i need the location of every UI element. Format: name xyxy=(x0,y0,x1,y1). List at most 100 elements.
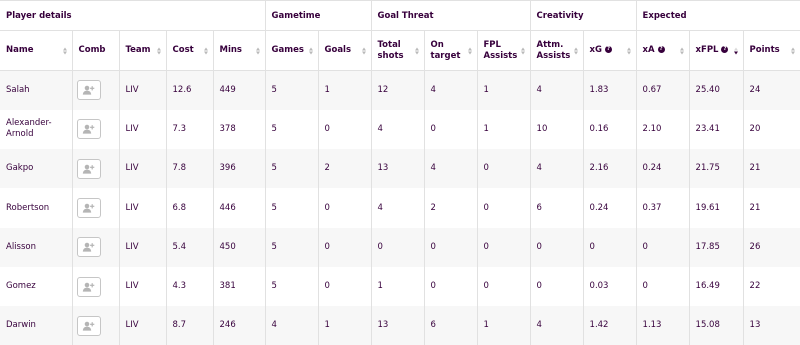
column-label: xA xyxy=(642,45,655,55)
add-player-icon xyxy=(82,164,95,174)
points: 21 xyxy=(742,149,800,189)
sort-icon[interactable] xyxy=(62,47,68,54)
column-label: Mins xyxy=(219,45,242,55)
column-header-team[interactable]: Team xyxy=(118,30,166,71)
column-header-attm-assists[interactable]: Attm. Assists xyxy=(529,30,584,71)
sort-icon[interactable] xyxy=(308,47,314,54)
column-header-fpl-assists[interactable]: FPL Assists xyxy=(476,30,531,71)
add-player-icon xyxy=(82,125,95,135)
column-header-points[interactable]: Points xyxy=(742,30,800,71)
column-label: Games xyxy=(271,45,304,55)
team: LIV xyxy=(118,70,166,110)
add-player-button[interactable] xyxy=(76,237,101,258)
team: LIV xyxy=(118,266,166,307)
add-player-icon xyxy=(82,86,95,95)
player-name[interactable]: Salah xyxy=(0,70,72,110)
sort-down-icon xyxy=(679,51,684,54)
table-row[interactable]: Gomez LIV 4.3 381 5 0 1 0 0 0 0.03 0 16.49 22 xyxy=(0,266,800,307)
column-header-games[interactable]: Games xyxy=(264,30,318,71)
add-player-button[interactable] xyxy=(76,276,101,297)
games: 5 xyxy=(264,70,318,110)
info-icon[interactable]: ? xyxy=(721,46,729,53)
table-row[interactable]: Alisson LIV 5.4 450 5 0 0 0 0 0 0 0 17.85 26 xyxy=(0,227,800,267)
table-row[interactable]: Robertson LIV 6.8 446 5 0 4 2 0 6 0.24 0.37 19.61 21 xyxy=(0,188,800,228)
fpl-assists: 1 xyxy=(476,70,531,110)
add-player-button[interactable] xyxy=(76,315,101,336)
sort-down-icon xyxy=(203,51,208,54)
fpl-assists: 0 xyxy=(476,149,531,189)
on-target: 0 xyxy=(423,109,477,150)
attempted-assists: 4 xyxy=(529,149,584,189)
info-icon[interactable]: ? xyxy=(657,46,665,53)
comb-cell xyxy=(71,227,119,267)
column-header-total-shots[interactable]: Total shots xyxy=(370,30,424,71)
player-name[interactable]: Gakpo xyxy=(0,149,72,189)
column-header-goals[interactable]: Goals xyxy=(317,30,371,71)
xg: 1.42 xyxy=(582,306,637,345)
player-name[interactable]: Gomez xyxy=(0,266,72,307)
column-header-comb[interactable]: Comb xyxy=(71,30,119,71)
goals: 1 xyxy=(317,70,371,110)
sort-icon[interactable] xyxy=(790,47,796,54)
column-header-xfpl[interactable]: xFPL? xyxy=(688,30,744,71)
goals: 0 xyxy=(317,266,371,307)
table-row[interactable]: Darwin LIV 8.7 246 4 1 13 6 1 4 1.42 1.13 15.08 13 xyxy=(0,306,800,345)
team: LIV xyxy=(118,306,166,345)
add-player-button[interactable] xyxy=(76,119,101,140)
table-row[interactable]: Alexander-Arnold LIV 7.3 378 5 0 4 0 1 10 0.16 2.10… xyxy=(0,109,800,150)
info-icon[interactable]: ? xyxy=(605,46,612,53)
sort-up-icon xyxy=(361,47,366,50)
column-header-mins[interactable]: Mins xyxy=(212,30,265,71)
sort-up-icon xyxy=(626,47,631,50)
attempted-assists: 4 xyxy=(529,70,584,110)
sort-up-icon xyxy=(255,47,260,50)
player-name[interactable]: Robertson xyxy=(0,188,72,228)
xg: 0 xyxy=(582,227,637,267)
comb-cell xyxy=(71,306,119,345)
add-player-button[interactable] xyxy=(76,198,101,219)
sort-icon[interactable] xyxy=(255,47,261,54)
sort-icon[interactable] xyxy=(626,47,632,54)
games: 5 xyxy=(264,149,318,189)
player-name[interactable]: Darwin xyxy=(0,306,72,345)
sort-down-icon xyxy=(361,51,366,54)
total-shots: 12 xyxy=(370,70,424,110)
column-header-xg[interactable]: xG? xyxy=(582,30,637,71)
xfpl: 21.75 xyxy=(688,149,744,189)
attempted-assists: 10 xyxy=(529,109,584,150)
points: 20 xyxy=(742,109,800,150)
table-row[interactable]: Gakpo LIV 7.8 396 5 2 13 4 0 4 2.16 0.24 21.75 21 xyxy=(0,149,800,189)
add-player-button[interactable] xyxy=(76,158,101,179)
sort-up-icon xyxy=(679,47,684,50)
table-row[interactable]: Salah LIV 12.6 449 5 1 12 4 1 4 1.83 0.67 25.40 24 xyxy=(0,70,800,110)
sort-icon[interactable] xyxy=(361,47,367,54)
sort-icon[interactable] xyxy=(520,47,526,54)
add-player-icon xyxy=(82,282,95,292)
sort-icon[interactable] xyxy=(573,47,579,54)
fpl-assists: 0 xyxy=(476,266,531,307)
column-header-xa[interactable]: xA? xyxy=(635,30,690,71)
sort-icon[interactable] xyxy=(414,47,420,54)
sort-icon[interactable] xyxy=(156,47,162,54)
sort-up-icon xyxy=(414,47,419,50)
group-header-expected: Expected xyxy=(635,0,800,31)
column-header-on-target[interactable]: On target xyxy=(423,30,477,71)
player-name[interactable]: Alexander-Arnold xyxy=(0,109,72,150)
sort-icon[interactable] xyxy=(467,47,473,54)
cost: 5.4 xyxy=(165,227,213,267)
column-header-name[interactable]: Name xyxy=(0,30,72,71)
column-header-cost[interactable]: Cost xyxy=(165,30,213,71)
minutes: 450 xyxy=(212,227,265,267)
team: LIV xyxy=(118,227,166,267)
xfpl: 15.08 xyxy=(688,306,744,345)
sort-icon[interactable] xyxy=(203,47,209,54)
add-player-button[interactable] xyxy=(76,80,101,101)
xa: 1.13 xyxy=(635,306,690,345)
sort-icon[interactable] xyxy=(733,47,739,54)
sort-down-icon xyxy=(414,51,419,54)
sort-icon[interactable] xyxy=(679,47,685,54)
minutes: 449 xyxy=(212,70,265,110)
team: LIV xyxy=(118,109,166,150)
player-name[interactable]: Alisson xyxy=(0,227,72,267)
xg: 0.03 xyxy=(582,266,637,307)
